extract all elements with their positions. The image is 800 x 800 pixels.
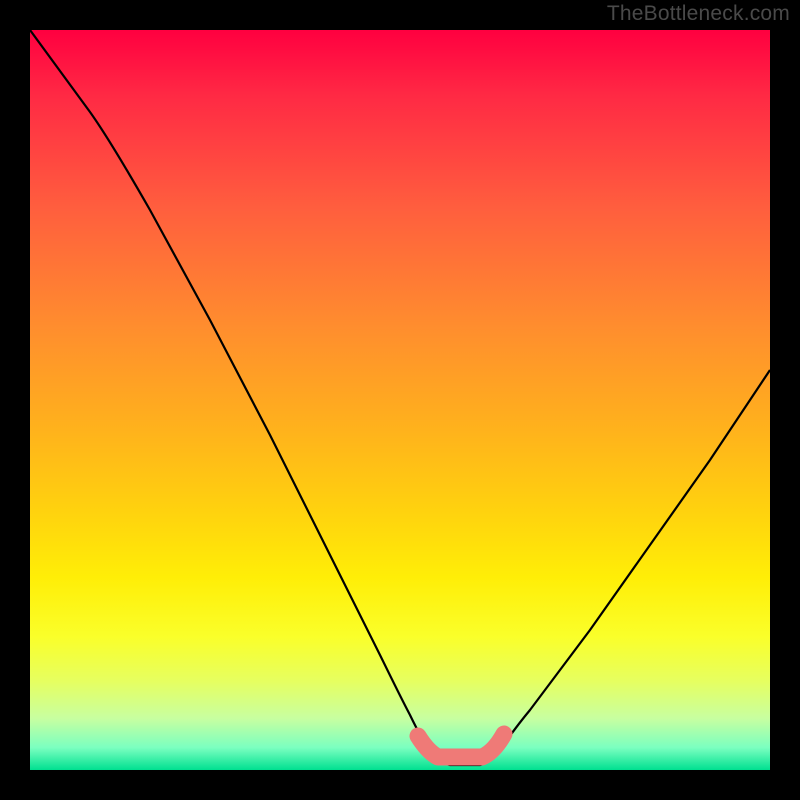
curve-layer — [30, 30, 770, 770]
plot-area — [30, 30, 770, 770]
attribution-text: TheBottleneck.com — [607, 2, 790, 26]
bottleneck-curve — [30, 30, 770, 765]
optimal-range-marker — [418, 734, 504, 757]
chart-container: TheBottleneck.com — [0, 0, 800, 800]
